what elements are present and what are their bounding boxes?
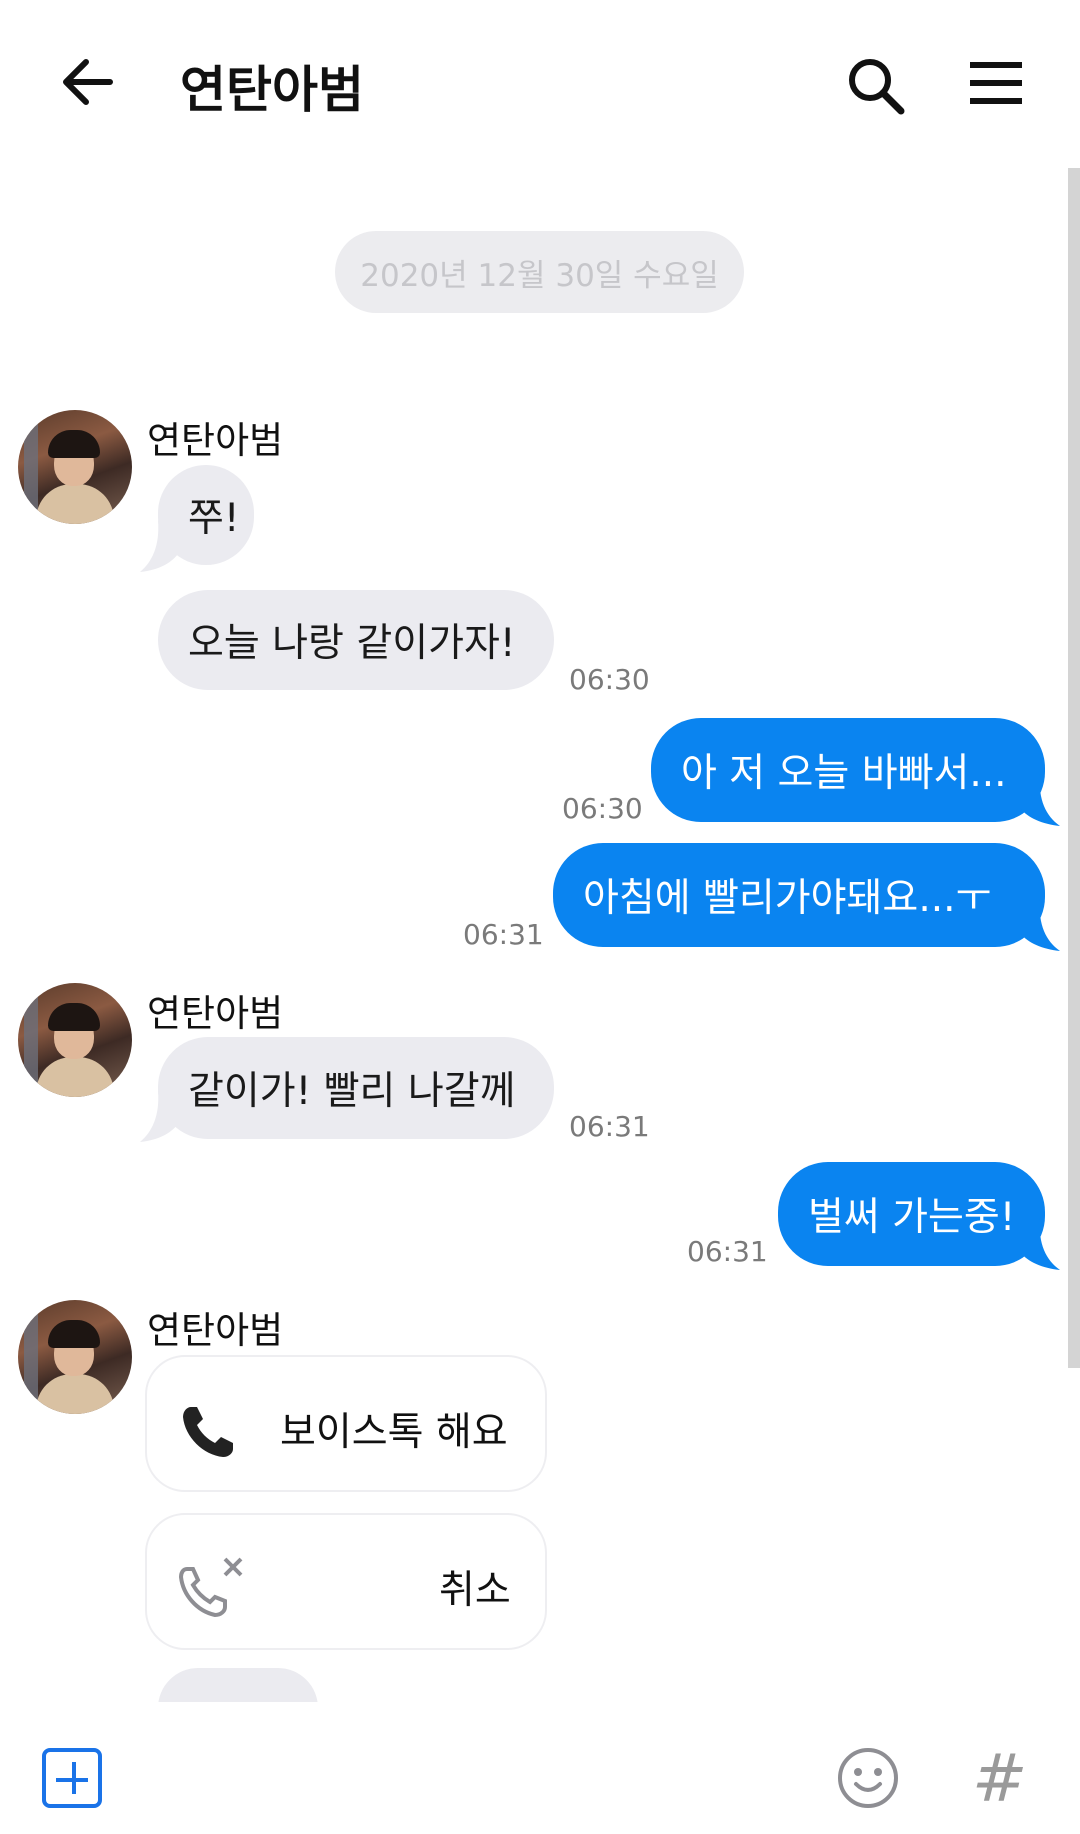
plus-square-icon[interactable] (42, 1748, 102, 1808)
message-text: 아침에 빨리가야돼요...ㅜ (583, 876, 992, 921)
search-icon[interactable] (845, 55, 907, 117)
voice-talk-card[interactable]: 보이스톡 해요 (145, 1355, 547, 1492)
arrow-left-icon[interactable] (58, 52, 118, 112)
chat-header: 연탄아범 (0, 0, 1080, 170)
message-time: 06:30 (562, 792, 643, 825)
avatar[interactable] (18, 1300, 132, 1414)
hamburger-menu-icon[interactable] (968, 58, 1024, 108)
message-bubble[interactable]: 같이가! 빨리 나갈께 (158, 1037, 554, 1139)
chat-title: 연탄아범 (180, 61, 364, 119)
hashtag-button[interactable]: # (972, 1740, 1027, 1817)
bubble-tail (1020, 1218, 1060, 1270)
message-time: 06:31 (687, 1235, 768, 1268)
message-time: 06:30 (569, 663, 650, 696)
voice-talk-cancel-card[interactable]: 취소 (145, 1513, 547, 1650)
message-bubble[interactable]: 쭈! (158, 465, 254, 565)
scrollbar[interactable] (1068, 168, 1080, 1368)
phone-icon (183, 1407, 233, 1457)
bubble-tail (1020, 899, 1060, 951)
phone-cancel-icon (178, 1557, 243, 1618)
message-bubble[interactable]: 벌써 가는중! (778, 1162, 1045, 1266)
message-bubble[interactable]: 오늘 나랑 같이가자! (158, 590, 554, 690)
message-text: 쭈! (188, 496, 240, 541)
cancel-label: 취소 (439, 1568, 511, 1613)
sender-name: 연탄아범 (147, 1309, 284, 1352)
avatar[interactable] (18, 983, 132, 1097)
message-text: 아 저 오늘 바빠서... (681, 751, 1007, 796)
avatar[interactable] (18, 410, 132, 524)
bottom-input-bar (0, 1702, 1080, 1834)
message-text: 같이가! 빨리 나갈께 (188, 1069, 516, 1114)
message-time: 06:31 (463, 918, 544, 951)
sender-name: 연탄아범 (147, 992, 284, 1035)
bubble-tail (1020, 774, 1060, 826)
date-divider: 2020년 12월 30일 수요일 (335, 231, 744, 313)
message-text: 벌써 가는중! (808, 1195, 1016, 1240)
message-text: 오늘 나랑 같이가자! (188, 621, 516, 666)
message-bubble[interactable]: 아침에 빨리가야돼요...ㅜ (553, 843, 1045, 947)
message-bubble[interactable]: 아 저 오늘 바빠서... (651, 718, 1045, 822)
smiley-icon[interactable] (836, 1746, 900, 1810)
message-time: 06:31 (569, 1110, 650, 1143)
sender-name: 연탄아범 (147, 419, 284, 462)
voice-talk-label: 보이스톡 해요 (280, 1410, 508, 1455)
